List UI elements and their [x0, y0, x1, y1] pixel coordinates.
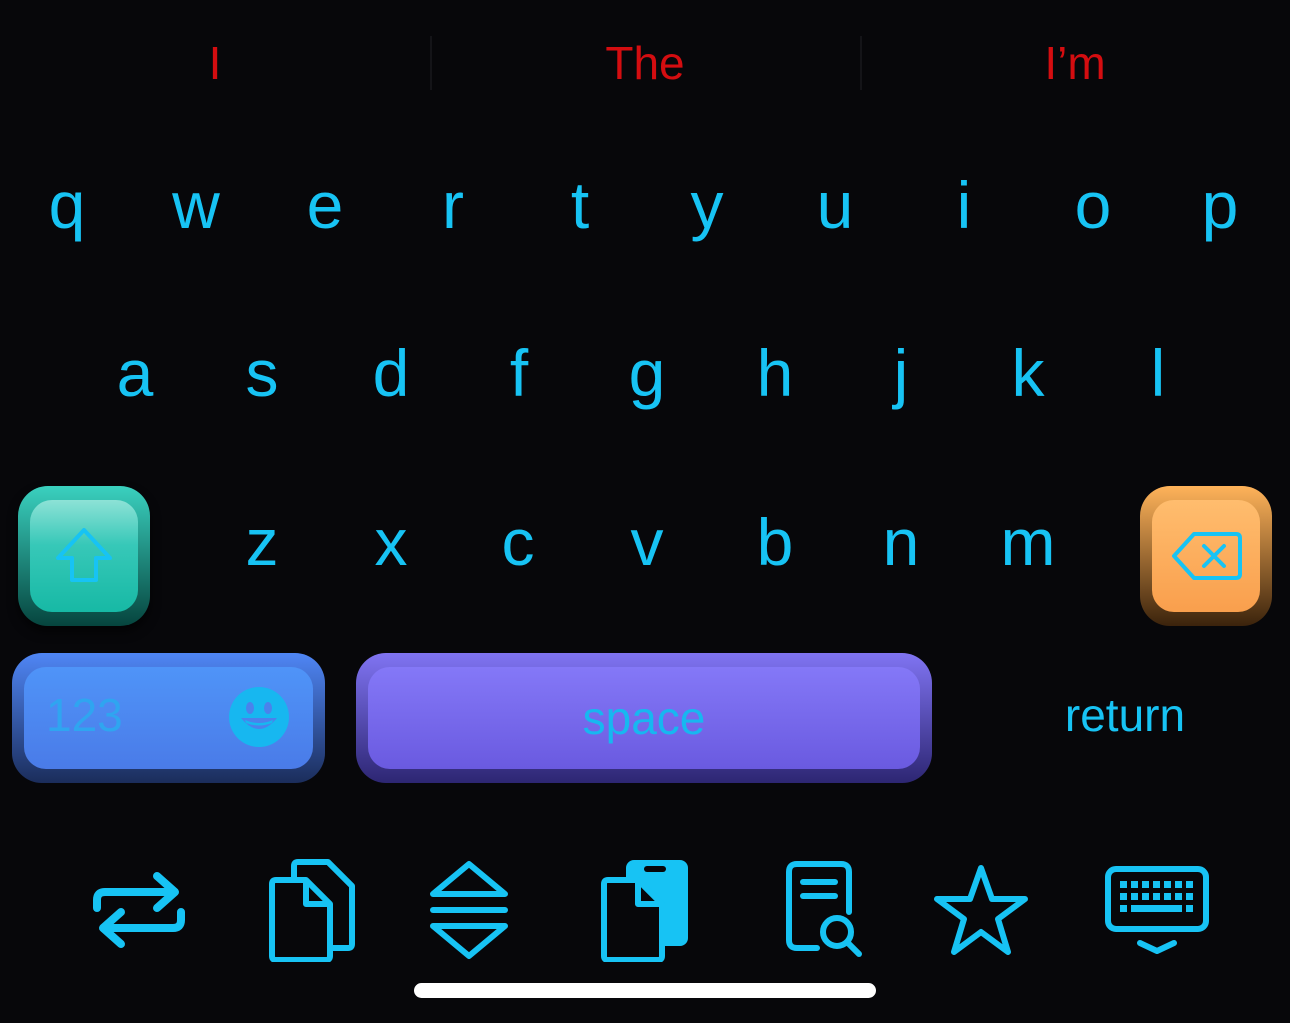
suggestion-item[interactable]: The [430, 18, 860, 108]
key-e[interactable]: e [270, 150, 380, 260]
home-indicator[interactable] [414, 983, 876, 998]
key-k[interactable]: k [973, 318, 1083, 428]
space-key[interactable]: space [356, 653, 932, 783]
key-g[interactable]: g [592, 318, 702, 428]
toolbar-expand-button[interactable] [414, 855, 524, 965]
expand-collapse-icon [430, 861, 508, 959]
key-z[interactable]: z [207, 487, 317, 597]
return-key[interactable]: return [1000, 660, 1250, 770]
shift-key-face [30, 500, 138, 612]
key-n[interactable]: n [846, 487, 956, 597]
key-f[interactable]: f [464, 318, 574, 428]
key-j[interactable]: j [846, 318, 956, 428]
key-t[interactable]: t [525, 150, 635, 260]
paste-phone-icon [601, 860, 688, 962]
key-y[interactable]: y [652, 150, 762, 260]
suggestion-bar: I The I’m [0, 18, 1290, 108]
shift-key[interactable] [18, 486, 150, 626]
key-u[interactable]: u [780, 150, 890, 260]
swap-arrows-icon [93, 872, 185, 948]
smiley-face-icon[interactable] [228, 686, 290, 748]
key-l[interactable]: l [1103, 318, 1213, 428]
delete-backward-icon [1172, 532, 1242, 580]
numbers-label: 123 [46, 689, 123, 741]
suggestion-item[interactable]: I’m [860, 18, 1290, 108]
key-s[interactable]: s [207, 318, 317, 428]
toolbar-search-button[interactable] [770, 855, 880, 965]
keyboard-toolbar [0, 855, 1290, 965]
key-c[interactable]: c [463, 487, 573, 597]
key-r[interactable]: r [398, 150, 508, 260]
toolbar-swap-button[interactable] [84, 855, 194, 965]
key-d[interactable]: d [336, 318, 446, 428]
key-w[interactable]: w [141, 150, 251, 260]
shift-arrow-icon [56, 528, 112, 582]
key-i[interactable]: i [909, 150, 1019, 260]
key-m[interactable]: m [973, 487, 1083, 597]
key-h[interactable]: h [720, 318, 830, 428]
key-o[interactable]: o [1038, 150, 1148, 260]
copy-documents-icon [269, 859, 355, 962]
key-b[interactable]: b [720, 487, 830, 597]
key-p[interactable]: p [1165, 150, 1275, 260]
key-a[interactable]: a [80, 318, 190, 428]
space-key-face: space [368, 667, 920, 769]
key-q[interactable]: q [12, 150, 122, 260]
toolbar-copy-button[interactable] [258, 855, 368, 965]
delete-key-face [1152, 500, 1260, 612]
toolbar-hide-keyboard-button[interactable] [1102, 855, 1212, 965]
key-v[interactable]: v [592, 487, 702, 597]
star-icon [934, 865, 1028, 955]
keyboard: I The I’m q w e r t y u i o p a s d f g … [0, 0, 1290, 1023]
delete-key[interactable] [1140, 486, 1272, 626]
toolbar-favorites-button[interactable] [926, 855, 1036, 965]
suggestion-item[interactable]: I [0, 18, 430, 108]
key-x[interactable]: x [336, 487, 446, 597]
keyboard-hide-icon [1105, 866, 1209, 954]
document-search-icon [786, 861, 862, 957]
numbers-emoji-key[interactable]: 123 [12, 653, 325, 783]
toolbar-paste-button[interactable] [590, 855, 700, 965]
